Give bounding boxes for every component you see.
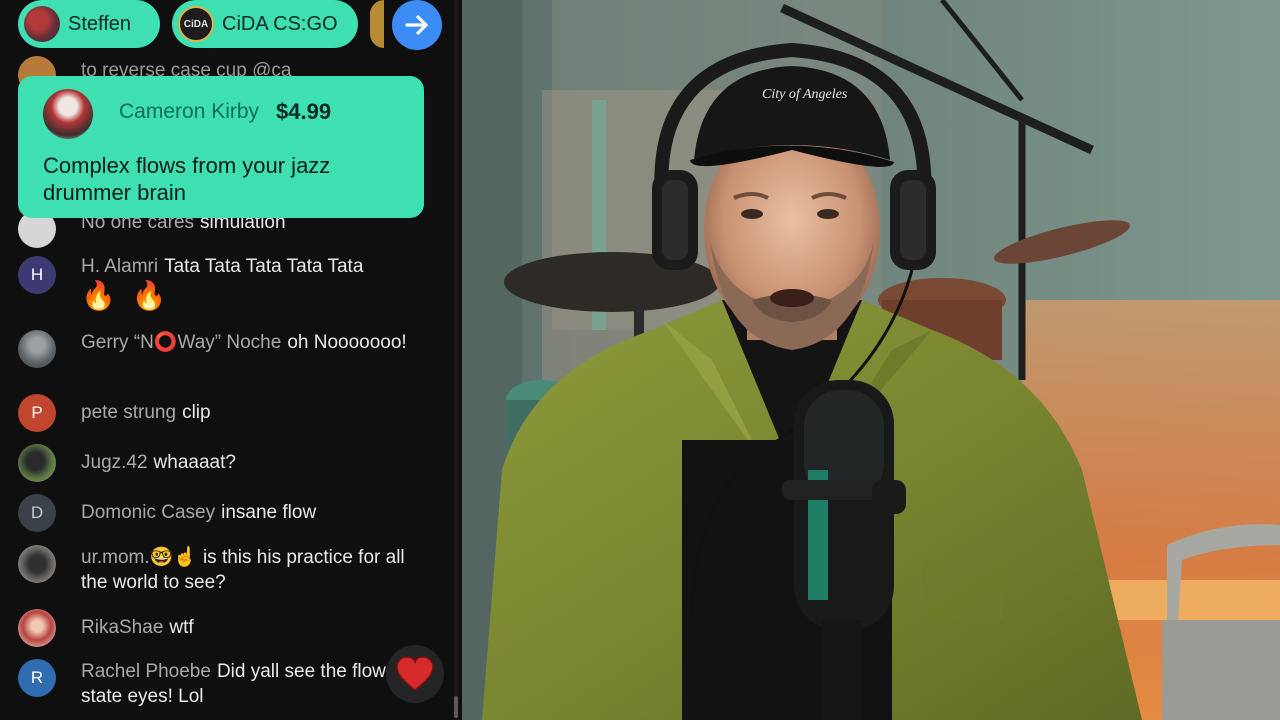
chat-author[interactable]: ur.mom.🤓☝️ bbox=[81, 547, 197, 568]
chat-message-text: whaaaat? bbox=[153, 452, 236, 473]
avatar[interactable]: D bbox=[18, 494, 56, 532]
chat-author[interactable]: Gerry “N⭕Way” Noche bbox=[81, 332, 281, 353]
chat-message-text: Tata Tata Tata Tata Tata bbox=[164, 256, 364, 277]
streamer-video-frame: City of Angeles bbox=[462, 0, 1280, 720]
fire-emoji: 🔥 🔥 bbox=[81, 280, 171, 311]
next-chips-button[interactable] bbox=[392, 0, 442, 50]
chat-message-text: oh Nooooooo! bbox=[287, 332, 407, 353]
chat-author[interactable]: Jugz.42 bbox=[81, 452, 148, 473]
chat-message-text: clip bbox=[182, 402, 211, 423]
heart-icon bbox=[396, 656, 434, 691]
chip-label: CiDA CS:GO bbox=[222, 12, 338, 35]
chip-cida-csgo[interactable]: CiDA CiDA CS:GO bbox=[172, 0, 358, 48]
live-chat-panel: to reverse case cup @ca No one cares simu… bbox=[0, 0, 462, 720]
chip-label: Steffen bbox=[68, 12, 132, 35]
chat-author[interactable]: pete strung bbox=[81, 402, 176, 423]
avatar[interactable]: H bbox=[18, 256, 56, 294]
cida-logo-icon: CiDA bbox=[178, 6, 214, 42]
super-chat-card[interactable]: Cameron Kirby $4.99 Complex flows from y… bbox=[18, 76, 424, 218]
chat-scrollbar[interactable] bbox=[454, 0, 458, 720]
chat-message-text: wtf bbox=[169, 617, 194, 638]
chat-message-text: insane flow bbox=[221, 502, 317, 523]
avatar[interactable] bbox=[18, 609, 56, 647]
chip-partial[interactable] bbox=[370, 0, 384, 48]
avatar[interactable]: R bbox=[18, 659, 56, 697]
avatar bbox=[24, 6, 60, 42]
super-chat-author[interactable]: Cameron Kirby bbox=[119, 100, 259, 124]
super-chat-message: Complex flows from your jazz drummer bra… bbox=[43, 153, 331, 205]
avatar[interactable] bbox=[18, 330, 56, 368]
super-chat-amount: $4.99 bbox=[276, 99, 332, 124]
chat-author[interactable]: H. Alamri bbox=[81, 256, 158, 277]
chip-steffen[interactable]: Steffen bbox=[18, 0, 160, 48]
avatar[interactable] bbox=[43, 89, 93, 139]
heart-reaction-button[interactable] bbox=[386, 645, 444, 703]
avatar[interactable]: P bbox=[18, 394, 56, 432]
chat-author[interactable]: Rachel Phoebe bbox=[81, 661, 211, 682]
stream-video[interactable]: City of Angeles bbox=[462, 0, 1280, 720]
avatar[interactable] bbox=[18, 444, 56, 482]
chat-author[interactable]: RikaShae bbox=[81, 617, 163, 638]
chat-author[interactable]: Domonic Casey bbox=[81, 502, 215, 523]
arrow-right-icon bbox=[405, 15, 428, 35]
avatar[interactable] bbox=[18, 545, 56, 583]
hat-logo-text: City of Angeles bbox=[762, 87, 848, 102]
channel-chip-row: Steffen CiDA CiDA CS:GO bbox=[0, 0, 460, 60]
